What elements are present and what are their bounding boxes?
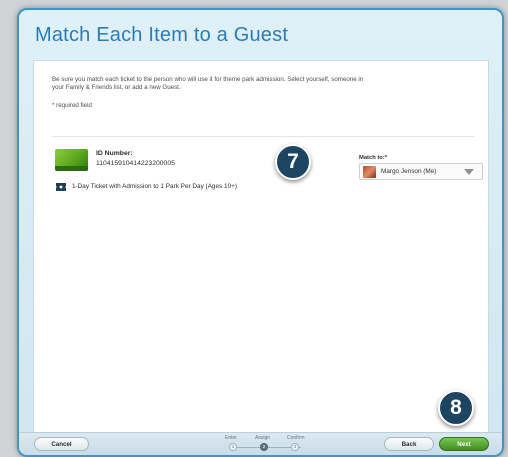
- step-dot-confirm: 3: [291, 443, 299, 451]
- ticket-icon: [56, 183, 66, 191]
- footer-bar: Cancel Enter Assign Confirm 1 2 3 Back N…: [19, 432, 502, 455]
- back-button[interactable]: Back: [384, 437, 434, 451]
- modal-window: Match Each Item to a Guest Be sure you m…: [17, 8, 504, 457]
- match-to-selected-value: Margo Jenson (Me): [381, 168, 437, 175]
- intro-text: Be sure you match each ticket to the per…: [52, 76, 364, 91]
- next-button[interactable]: Next: [439, 437, 489, 451]
- callout-badge-7: 7: [275, 144, 311, 180]
- cancel-button[interactable]: Cancel: [34, 437, 89, 451]
- match-to-dropdown[interactable]: Margo Jenson (Me): [359, 163, 483, 180]
- id-number-label: ID Number:: [96, 150, 133, 157]
- step-dot-enter: 1: [229, 443, 237, 451]
- required-field-note: * required field: [52, 102, 92, 109]
- step-label-confirm: Confirm: [287, 435, 305, 441]
- ticket-thumbnail: [55, 149, 88, 171]
- step-label-assign: Assign: [255, 435, 271, 441]
- ticket-description: 1-Day Ticket with Admission to 1 Park Pe…: [72, 183, 237, 190]
- guest-avatar: [363, 166, 376, 178]
- chevron-down-icon[interactable]: [464, 169, 474, 175]
- callout-badge-8: 8: [438, 390, 474, 426]
- page-title: Match Each Item to a Guest: [35, 24, 289, 46]
- content-panel: Be sure you match each ticket to the per…: [33, 60, 489, 438]
- divider: [52, 136, 474, 137]
- progress-steps: Enter Assign Confirm 1 2 3: [215, 435, 315, 453]
- id-number-value: 110415910414223200005: [96, 160, 175, 167]
- step-label-enter: Enter: [225, 435, 237, 441]
- step-dot-assign: 2: [260, 443, 268, 451]
- match-to-label: Match to:*: [359, 155, 388, 161]
